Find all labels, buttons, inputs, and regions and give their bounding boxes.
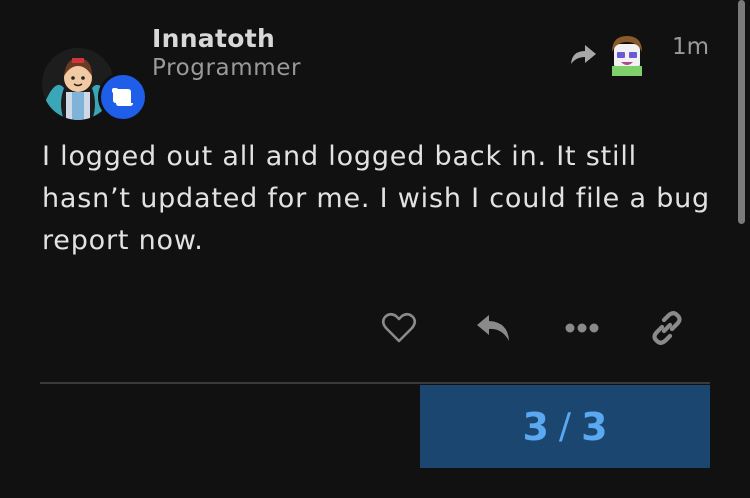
username[interactable]: Innatoth bbox=[152, 24, 275, 53]
progress-total: 3 bbox=[581, 404, 608, 449]
reply-to-arrow-icon bbox=[571, 45, 596, 64]
progress-current: 3 bbox=[522, 404, 549, 449]
post-timestamp[interactable]: 1m bbox=[672, 34, 709, 60]
more-options-button[interactable] bbox=[562, 308, 602, 348]
reply-icon bbox=[477, 315, 509, 341]
more-icon bbox=[565, 323, 599, 333]
reply-button[interactable] bbox=[473, 308, 513, 348]
post-body: I logged out all and logged back in. It … bbox=[42, 141, 710, 256]
topic-post: Innatoth Programmer 1m I logged out all … bbox=[0, 0, 750, 498]
post-actions bbox=[0, 308, 750, 348]
reply-to-avatar[interactable] bbox=[602, 30, 652, 80]
user-title: Programmer bbox=[152, 55, 302, 81]
scroll-badge-icon bbox=[98, 72, 148, 122]
heart-icon bbox=[381, 312, 417, 343]
copy-link-button[interactable] bbox=[647, 308, 687, 348]
like-button[interactable] bbox=[379, 308, 419, 348]
user-avatar-group[interactable] bbox=[42, 48, 150, 122]
link-icon bbox=[652, 311, 682, 345]
reply-to-indicator[interactable] bbox=[568, 30, 652, 80]
topic-progress[interactable]: 3 / 3 bbox=[420, 385, 710, 468]
post-divider bbox=[40, 382, 710, 384]
progress-separator: / bbox=[558, 406, 572, 447]
scrollbar[interactable] bbox=[738, 0, 745, 224]
